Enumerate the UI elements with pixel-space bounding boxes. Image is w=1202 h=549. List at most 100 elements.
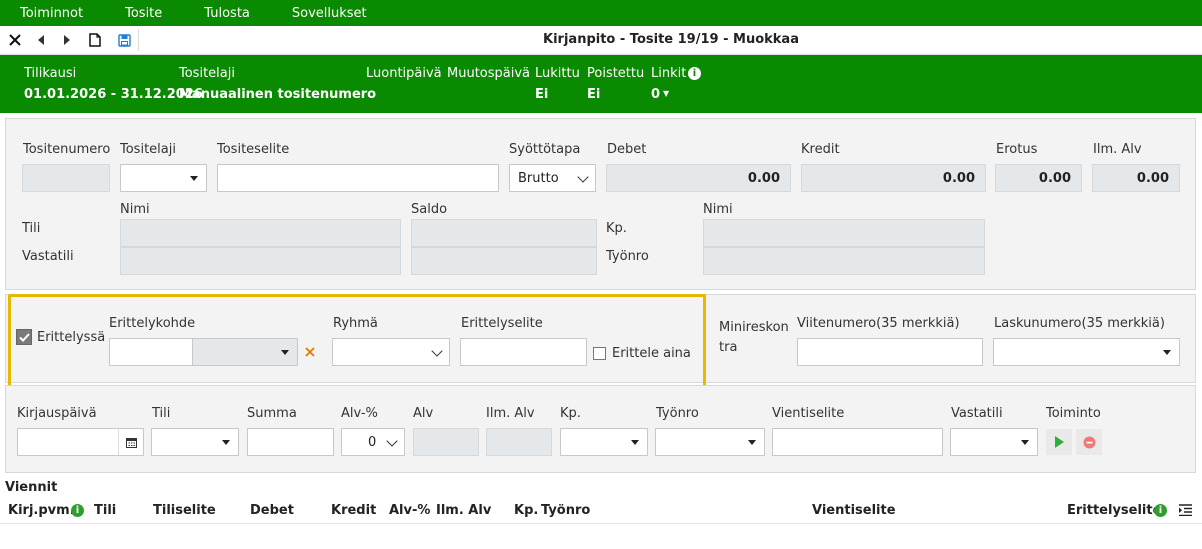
close-icon[interactable] — [2, 26, 28, 54]
menu-tosite[interactable]: Tosite — [125, 6, 162, 21]
tositelaji-value: Manuaalinen tositenumero — [179, 87, 377, 102]
alv-pct-select[interactable]: 0 — [341, 428, 405, 456]
linkit-label: Linkit — [651, 66, 687, 81]
minus-circle-icon — [1083, 436, 1095, 448]
entry-tyonro-label: Työnro — [656, 406, 699, 421]
tositelaji-select[interactable] — [120, 164, 207, 192]
dropdown-arrow-icon — [182, 165, 206, 191]
info-icon[interactable]: i — [688, 67, 701, 80]
menu-sovellukset[interactable]: Sovellukset — [292, 6, 367, 21]
dropdown-arrow-icon — [1155, 339, 1179, 365]
ryhma-select[interactable] — [332, 338, 450, 366]
menu-toiminnot[interactable]: Toiminnot — [20, 6, 83, 21]
tili-saldo-field — [411, 219, 597, 247]
play-icon — [1055, 436, 1064, 448]
kp-label: Kp. — [606, 221, 627, 236]
linkit-dropdown[interactable]: 0 ▼ — [651, 87, 669, 102]
dropdown-arrow-icon — [1013, 429, 1037, 455]
col-debet[interactable]: Debet — [250, 503, 294, 518]
erittele-aina-label: Erittele aina — [612, 346, 691, 361]
col-tyonro[interactable]: Työnro — [541, 503, 590, 518]
tositeselite-input[interactable] — [217, 164, 499, 192]
clear-icon[interactable] — [299, 341, 321, 363]
summa-input[interactable] — [247, 428, 334, 456]
syottotapa-select[interactable]: Brutto — [509, 164, 596, 192]
tili-nimi-label: Nimi — [120, 202, 150, 217]
erotus-total: 0.00 — [995, 164, 1082, 192]
tilikausi-value: 01.01.2026 - 31.12.2026 — [24, 87, 203, 102]
chevron-down-icon — [577, 171, 589, 183]
minireskontra-label-1: Minireskon — [719, 320, 789, 335]
saldo-label: Saldo — [411, 202, 448, 217]
entry-ilm-alv-field — [486, 428, 552, 456]
dropdown-arrow-icon — [214, 429, 238, 455]
viennit-table-header: Kirj.pvm. i Tili Tiliselite Debet Kredit… — [0, 498, 1202, 524]
linkit-value: 0 — [651, 87, 661, 102]
entry-kp-label: Kp. — [560, 406, 581, 421]
add-row-button[interactable] — [1046, 429, 1072, 455]
poistettu-value: Ei — [587, 87, 601, 102]
col-alv-pct[interactable]: Alv-% — [389, 503, 430, 518]
save-icon[interactable] — [111, 26, 137, 54]
erittelyselite-input[interactable] — [460, 338, 587, 366]
remove-row-button[interactable] — [1076, 429, 1102, 455]
erittelykohde-select[interactable] — [192, 338, 298, 366]
toiminto-label: Toiminto — [1046, 406, 1101, 421]
toolbar: Kirjanpito - Tosite 19/19 - Muokkaa — [0, 26, 1202, 55]
dropdown-arrow-icon — [740, 429, 764, 455]
tositelaji-label: Tositelaji — [179, 66, 235, 81]
previous-icon[interactable] — [28, 26, 54, 54]
minireskontra-label-2: tra — [719, 340, 738, 355]
erittelyssa-checkbox[interactable] — [16, 329, 32, 345]
laskunumero-select[interactable] — [993, 338, 1180, 366]
vientiselite-label: Vientiselite — [772, 406, 845, 421]
viitenumero-label: Viitenumero(35 merkkiä) — [797, 316, 960, 331]
next-icon[interactable] — [54, 26, 80, 54]
summa-label: Summa — [247, 406, 297, 421]
col-tili[interactable]: Tili — [94, 503, 116, 518]
viitenumero-input[interactable] — [797, 338, 983, 366]
col-vientiselite[interactable]: Vientiselite — [812, 503, 896, 518]
vastatili-saldo-field — [411, 247, 597, 275]
entry-kp-select[interactable] — [560, 428, 648, 456]
erittelykohde-input[interactable] — [109, 338, 193, 366]
kirjauspaiva-label: Kirjauspäivä — [17, 406, 97, 421]
erittele-aina-checkbox[interactable] — [593, 347, 606, 360]
alv-label: Alv — [413, 406, 434, 421]
kirjauspaiva-input[interactable] — [17, 428, 144, 456]
ryhma-label: Ryhmä — [333, 316, 378, 331]
col-erittelyselite[interactable]: Erittelyselite — [1067, 503, 1161, 518]
entry-tili-select[interactable] — [151, 428, 239, 456]
tositelaji-label: Tositelaji — [120, 142, 176, 157]
new-document-icon[interactable] — [82, 26, 108, 54]
vastatili-label: Vastatili — [22, 249, 74, 264]
ilm-alv-label: Ilm. Alv — [1093, 142, 1142, 157]
alv-pct-value: 0 — [368, 435, 377, 450]
col-ilm-alv[interactable]: Ilm. Alv — [436, 503, 491, 518]
vientiselite-input[interactable] — [772, 428, 943, 456]
tili-nimi-field — [120, 219, 401, 247]
alv-field — [413, 428, 479, 456]
entry-ilm-alv-label: Ilm. Alv — [486, 406, 535, 421]
lukittu-value: Ei — [535, 87, 549, 102]
info-icon[interactable]: i — [71, 504, 84, 517]
entry-tyonro-select[interactable] — [655, 428, 765, 456]
info-icon[interactable]: i — [1154, 504, 1167, 517]
col-kirj-pvm[interactable]: Kirj.pvm. — [8, 503, 75, 518]
col-kredit[interactable]: Kredit — [331, 503, 376, 518]
erittelyselite-label: Erittelyselite — [461, 316, 543, 331]
tyonro-nimi-field — [703, 247, 985, 275]
col-tiliselite[interactable]: Tiliselite — [153, 503, 216, 518]
col-kp[interactable]: Kp. — [514, 503, 538, 518]
poistettu-label: Poistettu — [587, 66, 645, 81]
menu-tulosta[interactable]: Tulosta — [204, 6, 250, 21]
syottotapa-label: Syöttötapa — [509, 142, 581, 157]
calendar-icon[interactable] — [118, 429, 143, 455]
tilikausi-label: Tilikausi — [24, 66, 77, 81]
checkmark-icon — [18, 332, 30, 342]
caret-down-icon: ▼ — [663, 89, 670, 98]
entry-tili-label: Tili — [152, 406, 171, 421]
column-settings-icon[interactable] — [1179, 504, 1192, 520]
entry-vastatili-select[interactable] — [950, 428, 1038, 456]
entry-vastatili-label: Vastatili — [951, 406, 1003, 421]
